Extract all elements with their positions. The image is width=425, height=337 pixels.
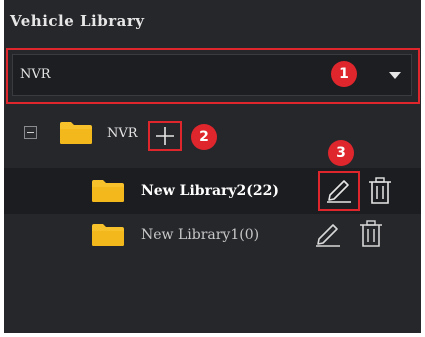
trash-icon[interactable] xyxy=(358,219,384,249)
pencil-icon[interactable] xyxy=(318,171,360,211)
tree-root-label[interactable]: NVR xyxy=(107,126,138,141)
dropdown-selected-value: NVR xyxy=(20,67,51,82)
library-label[interactable]: New Library1(0) xyxy=(141,227,259,243)
folder-icon xyxy=(92,224,124,246)
callout-badge-3: 3 xyxy=(328,140,354,166)
caret-down-icon[interactable] xyxy=(389,72,401,79)
folder-icon xyxy=(92,180,124,202)
panel-title: Vehicle Library xyxy=(10,12,145,30)
folder-icon xyxy=(60,122,92,144)
library-label[interactable]: New Library2(22) xyxy=(141,183,279,199)
pencil-icon[interactable] xyxy=(311,219,345,251)
collapse-minus-icon[interactable] xyxy=(24,126,37,139)
plus-icon[interactable] xyxy=(148,121,182,151)
callout-badge-1: 1 xyxy=(331,61,357,87)
trash-icon[interactable] xyxy=(367,176,393,206)
vehicle-library-panel xyxy=(4,0,421,333)
callout-badge-2: 2 xyxy=(191,124,217,150)
